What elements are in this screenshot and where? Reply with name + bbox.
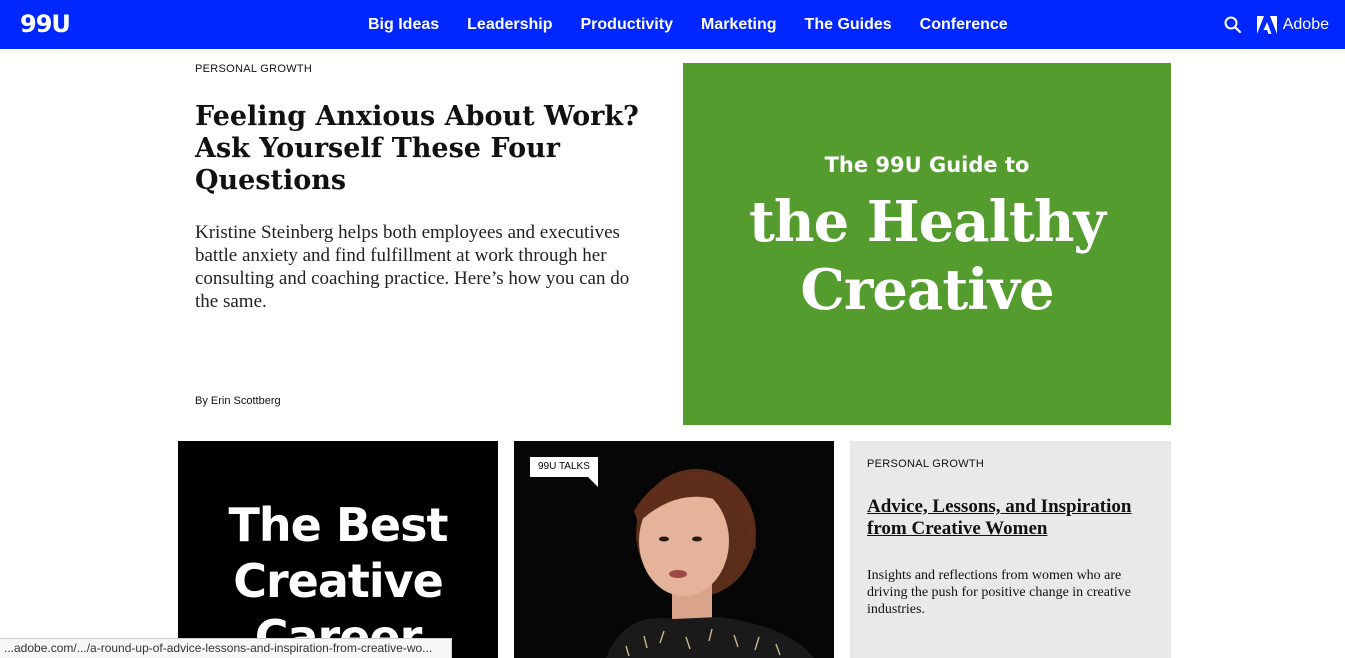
career-card[interactable]: The Best Creative Career bbox=[178, 441, 498, 658]
hero-dek: Kristine Steinberg helps both employees … bbox=[195, 222, 630, 312]
adobe-logo-icon bbox=[1256, 15, 1277, 34]
card-headline-link[interactable]: Advice, Lessons, and Inspiration from Cr… bbox=[867, 496, 1157, 540]
logo-text: 99U bbox=[20, 10, 71, 38]
promo-title: the Healthy Creative bbox=[683, 188, 1171, 324]
browser-status-bar: ...adobe.com/.../a-round-up-of-advice-le… bbox=[0, 638, 452, 658]
adobe-label: Adobe bbox=[1282, 15, 1329, 33]
main-nav: Big Ideas Leadership Productivity Market… bbox=[368, 0, 1008, 49]
header-tools: Adobe bbox=[1223, 0, 1329, 49]
hero-headline[interactable]: Feeling Anxious About Work? Ask Yourself… bbox=[195, 101, 655, 197]
search-icon[interactable] bbox=[1223, 15, 1243, 35]
career-card-line-2: Creative bbox=[233, 554, 444, 608]
hero-category[interactable]: PERSONAL GROWTH bbox=[195, 63, 655, 75]
talks-card[interactable]: 99U TALKS bbox=[514, 441, 834, 658]
career-card-line-1: The Best bbox=[228, 498, 449, 552]
talks-badge: 99U TALKS bbox=[530, 457, 598, 487]
nav-productivity[interactable]: Productivity bbox=[581, 16, 673, 34]
adobe-link[interactable]: Adobe bbox=[1256, 15, 1329, 34]
card-dek: Insights and reflections from women who … bbox=[867, 568, 1131, 617]
hero-article: PERSONAL GROWTH Feeling Anxious About Wo… bbox=[195, 63, 655, 425]
hero-byline: By Erin Scottberg bbox=[195, 395, 281, 407]
promo-title-line-2: Creative bbox=[800, 257, 1054, 323]
creative-women-card[interactable]: PERSONAL GROWTH Advice, Lessons, and Ins… bbox=[850, 441, 1171, 658]
nav-leadership[interactable]: Leadership bbox=[467, 16, 552, 34]
nav-big-ideas[interactable]: Big Ideas bbox=[368, 16, 439, 34]
card-category[interactable]: PERSONAL GROWTH bbox=[867, 458, 984, 470]
nav-marketing[interactable]: Marketing bbox=[701, 16, 777, 34]
career-card-headline: The Best Creative Career bbox=[178, 497, 498, 658]
nav-conference[interactable]: Conference bbox=[920, 16, 1008, 34]
promo-subtitle: The 99U Guide to bbox=[824, 153, 1030, 177]
site-logo[interactable]: 99U bbox=[20, 10, 71, 38]
top-nav-bar: 99U Big Ideas Leadership Productivity Ma… bbox=[0, 0, 1345, 49]
promo-title-line-1: the Healthy bbox=[749, 189, 1106, 255]
nav-the-guides[interactable]: The Guides bbox=[805, 16, 892, 34]
guide-promo-banner[interactable]: The 99U Guide to the Healthy Creative bbox=[683, 63, 1171, 425]
